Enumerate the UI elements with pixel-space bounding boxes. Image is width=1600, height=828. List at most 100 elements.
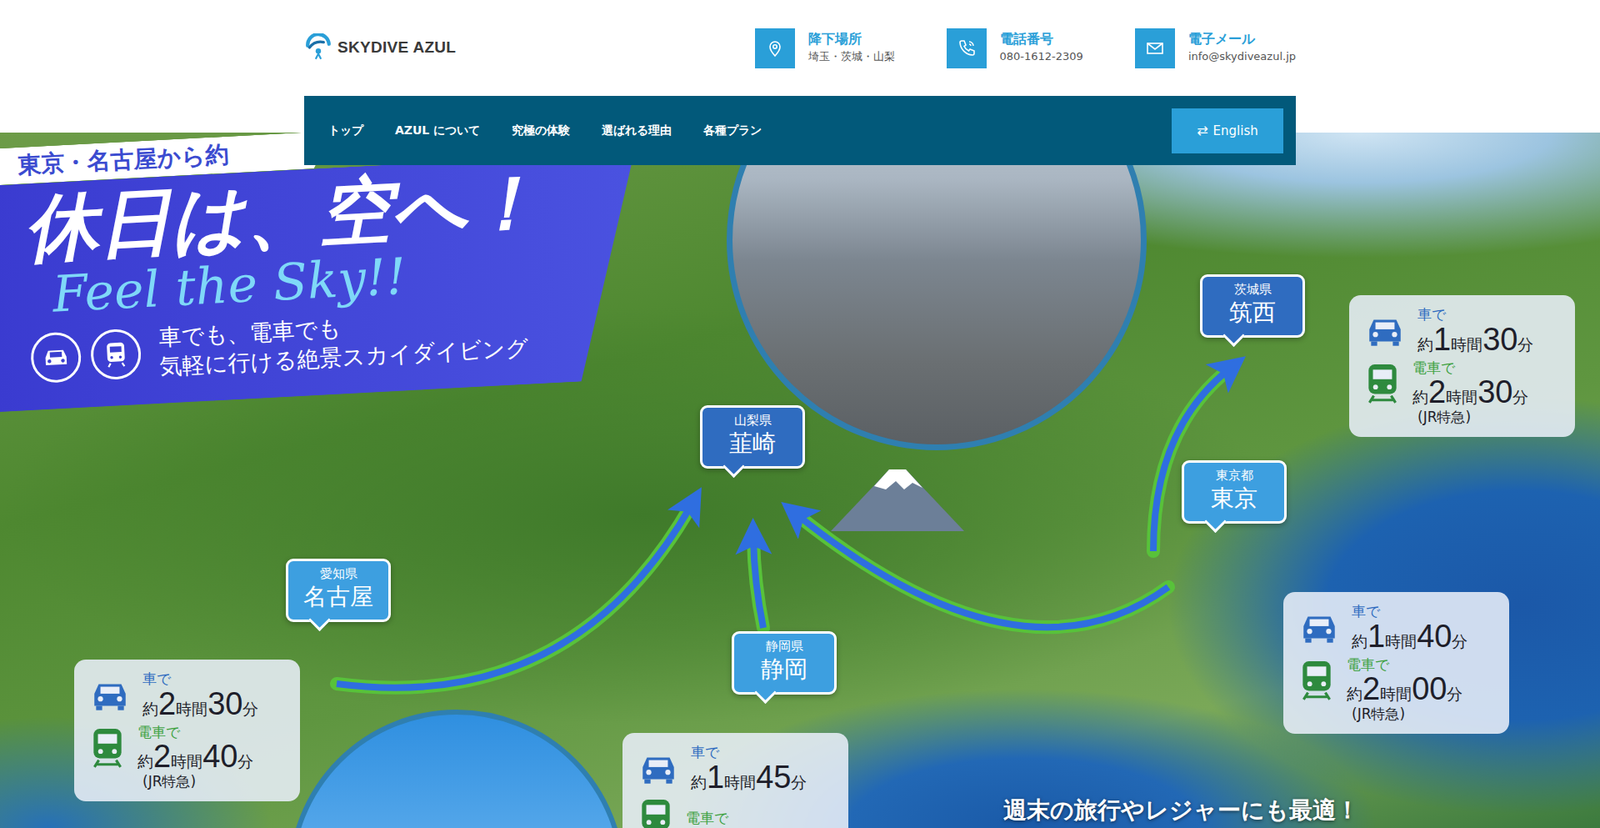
train-icon <box>89 726 126 769</box>
route-arrow <box>796 514 1169 627</box>
contact-item: 降下場所 埼玉・茨城・山梨 <box>755 28 895 69</box>
contact-title: 降下場所 <box>808 30 895 49</box>
pin-tail <box>1204 510 1227 533</box>
logo[interactable]: SKYDIVE AZUL <box>304 33 456 62</box>
pin-tail <box>754 680 777 704</box>
travel-row-text: 車で 約2時間30分 <box>142 670 259 720</box>
travel-row-text: 電車で <box>685 810 729 827</box>
contact-title: 電話番号 <box>1000 30 1084 49</box>
contact-text: 電子メール info@skydiveazul.jp <box>1188 30 1296 65</box>
travel-time: 約1時間30分 <box>1417 323 1534 355</box>
mail-icon <box>1145 38 1165 59</box>
ribbon-body: 休日は、空へ！ Feel the Sky!! 車でも、電車でも気軽に行ける絶景ス… <box>0 151 646 412</box>
travel-time: 約2時間40分 <box>137 740 254 772</box>
swap-icon: ⇄ <box>1196 122 1208 139</box>
parachute-logo-icon <box>304 33 333 62</box>
nav-item[interactable]: 各種プラン <box>687 115 778 147</box>
travel-row-text: 車で 約1時間45分 <box>690 744 807 793</box>
parachute-photo <box>288 709 625 828</box>
hero-banner: 東京・名古屋から約 休日は、空へ！ Feel the Sky!! 車でも、電車で… <box>0 132 1600 828</box>
travel-mode-label: 車で <box>142 670 259 688</box>
pin-city: 静岡 <box>742 655 826 684</box>
travel-mode-label: 電車で <box>1346 656 1463 674</box>
nav-items: トップAZUL について究極の体験選ばれる理由各種プラン <box>312 115 778 147</box>
train-icon <box>1364 362 1401 405</box>
travel-row-text: 車で 約1時間30分 <box>1417 306 1534 355</box>
car-icon <box>1298 611 1340 644</box>
nav-item[interactable]: 究極の体験 <box>495 115 586 147</box>
train-icon <box>1298 659 1335 701</box>
travel-mode-label: 電車で <box>1412 360 1529 377</box>
travel-row: 車で 約1時間45分 <box>637 744 837 793</box>
main-nav: トップAZUL について究極の体験選ばれる理由各種プラン ⇄ English <box>304 95 1296 165</box>
travel-mode-label: 車で <box>690 744 807 761</box>
travel-time-card: 車で 約2時間30分 電車で 約2時間40分 (JR特急) <box>74 659 300 801</box>
top-row: SKYDIVE AZUL 降下場所 埼玉・茨城・山梨 電話番号 080-1612… <box>304 0 1296 96</box>
travel-row: 車で 約1時間40分 <box>1298 603 1498 652</box>
phone-icon <box>956 38 977 59</box>
pin-tail <box>308 608 331 631</box>
route-arrow <box>753 537 764 628</box>
contact-text: 電話番号 080-1612-2309 <box>1000 30 1084 65</box>
site-header: SKYDIVE AZUL 降下場所 埼玉・茨城・山梨 電話番号 080-1612… <box>304 0 1296 165</box>
travel-note: (JR特急) <box>142 771 289 791</box>
language-label: English <box>1213 123 1259 139</box>
map-pin[interactable]: 茨城県 筑西 <box>1200 274 1305 338</box>
travel-note: (JR特急) <box>1417 407 1564 427</box>
travel-row: 電車で 約2時間00分 <box>1298 656 1498 705</box>
pin-city: 韮崎 <box>710 429 795 458</box>
travel-time: 約1時間40分 <box>1351 620 1468 652</box>
travel-row-text: 車で 約1時間40分 <box>1351 603 1468 652</box>
map-pin[interactable]: 山梨県 韮崎 <box>700 405 805 469</box>
pin-prefecture: 山梨県 <box>710 412 795 430</box>
travel-row: 電車で <box>637 797 837 828</box>
contact-item: 電子メール info@skydiveazul.jp <box>1135 28 1296 69</box>
page: SKYDIVE AZUL 降下場所 埼玉・茨城・山梨 電話番号 080-1612… <box>0 0 1600 828</box>
contact-item: 電話番号 080-1612-2309 <box>946 28 1084 69</box>
pin-prefecture: 静岡県 <box>742 638 826 655</box>
train-round-icon <box>90 328 143 381</box>
nav-item[interactable]: 選ばれる理由 <box>585 115 688 147</box>
travel-mode-label: 車で <box>1417 306 1534 324</box>
travel-mode-label: 電車で <box>685 810 729 827</box>
map-pin[interactable]: 愛知県 名古屋 <box>285 558 391 622</box>
travel-row-text: 電車で 約2時間40分 <box>137 724 254 773</box>
travel-row-text: 電車で 約2時間00分 <box>1346 656 1463 705</box>
travel-row: 車で 約2時間30分 <box>89 670 289 720</box>
contact-title: 電子メール <box>1188 30 1296 49</box>
language-button[interactable]: ⇄ English <box>1171 108 1284 154</box>
location-pin-icon <box>765 38 785 59</box>
contact-icon-box <box>1135 28 1175 69</box>
mount-fuji-icon <box>830 464 965 531</box>
car-round-icon <box>30 331 83 385</box>
nav-item[interactable]: AZUL について <box>379 115 496 147</box>
travel-row: 車で 約1時間30分 <box>1364 306 1564 355</box>
contact-value[interactable]: 埼玉・茨城・山梨 <box>808 48 895 65</box>
car-icon <box>637 752 680 785</box>
skydive-photo <box>726 132 1147 450</box>
travel-time-card: 車で 約1時間45分 電車で <box>622 732 849 828</box>
pin-city: 東京 <box>1192 484 1276 513</box>
nav-item[interactable]: トップ <box>312 115 380 147</box>
travel-time-card: 車で 約1時間40分 電車で 約2時間00分 (JR特急) <box>1283 591 1510 734</box>
pin-tail <box>1222 324 1245 347</box>
map-pin[interactable]: 東京都 東京 <box>1181 460 1287 524</box>
travel-row: 電車で 約2時間40分 <box>89 724 289 773</box>
car-icon <box>89 679 131 711</box>
pin-prefecture: 愛知県 <box>296 565 380 583</box>
headline-ribbon: 東京・名古屋から約 休日は、空へ！ Feel the Sky!! 車でも、電車で… <box>0 132 646 412</box>
map-pin[interactable]: 静岡県 静岡 <box>731 630 837 695</box>
route-arrow-green <box>796 514 1169 627</box>
contact-icon-box <box>946 28 987 69</box>
contact-value[interactable]: 080-1612-2309 <box>1000 48 1084 65</box>
travel-time: 約2時間30分 <box>142 687 259 720</box>
pin-prefecture: 茨城県 <box>1210 281 1295 299</box>
travel-time: 約2時間30分 <box>1412 375 1529 408</box>
car-icon <box>1364 315 1406 347</box>
contact-text: 降下場所 埼玉・茨城・山梨 <box>808 30 895 65</box>
ribbon-lines: 車でも、電車でも気軽に行ける絶景スカイダイビング <box>157 304 530 382</box>
hero-tagline: 週末の旅行やレジャーにも最適！ <box>1003 794 1360 826</box>
pin-city: 名古屋 <box>296 582 380 611</box>
contact-value[interactable]: info@skydiveazul.jp <box>1188 48 1296 65</box>
travel-time: 約2時間00分 <box>1346 672 1463 705</box>
